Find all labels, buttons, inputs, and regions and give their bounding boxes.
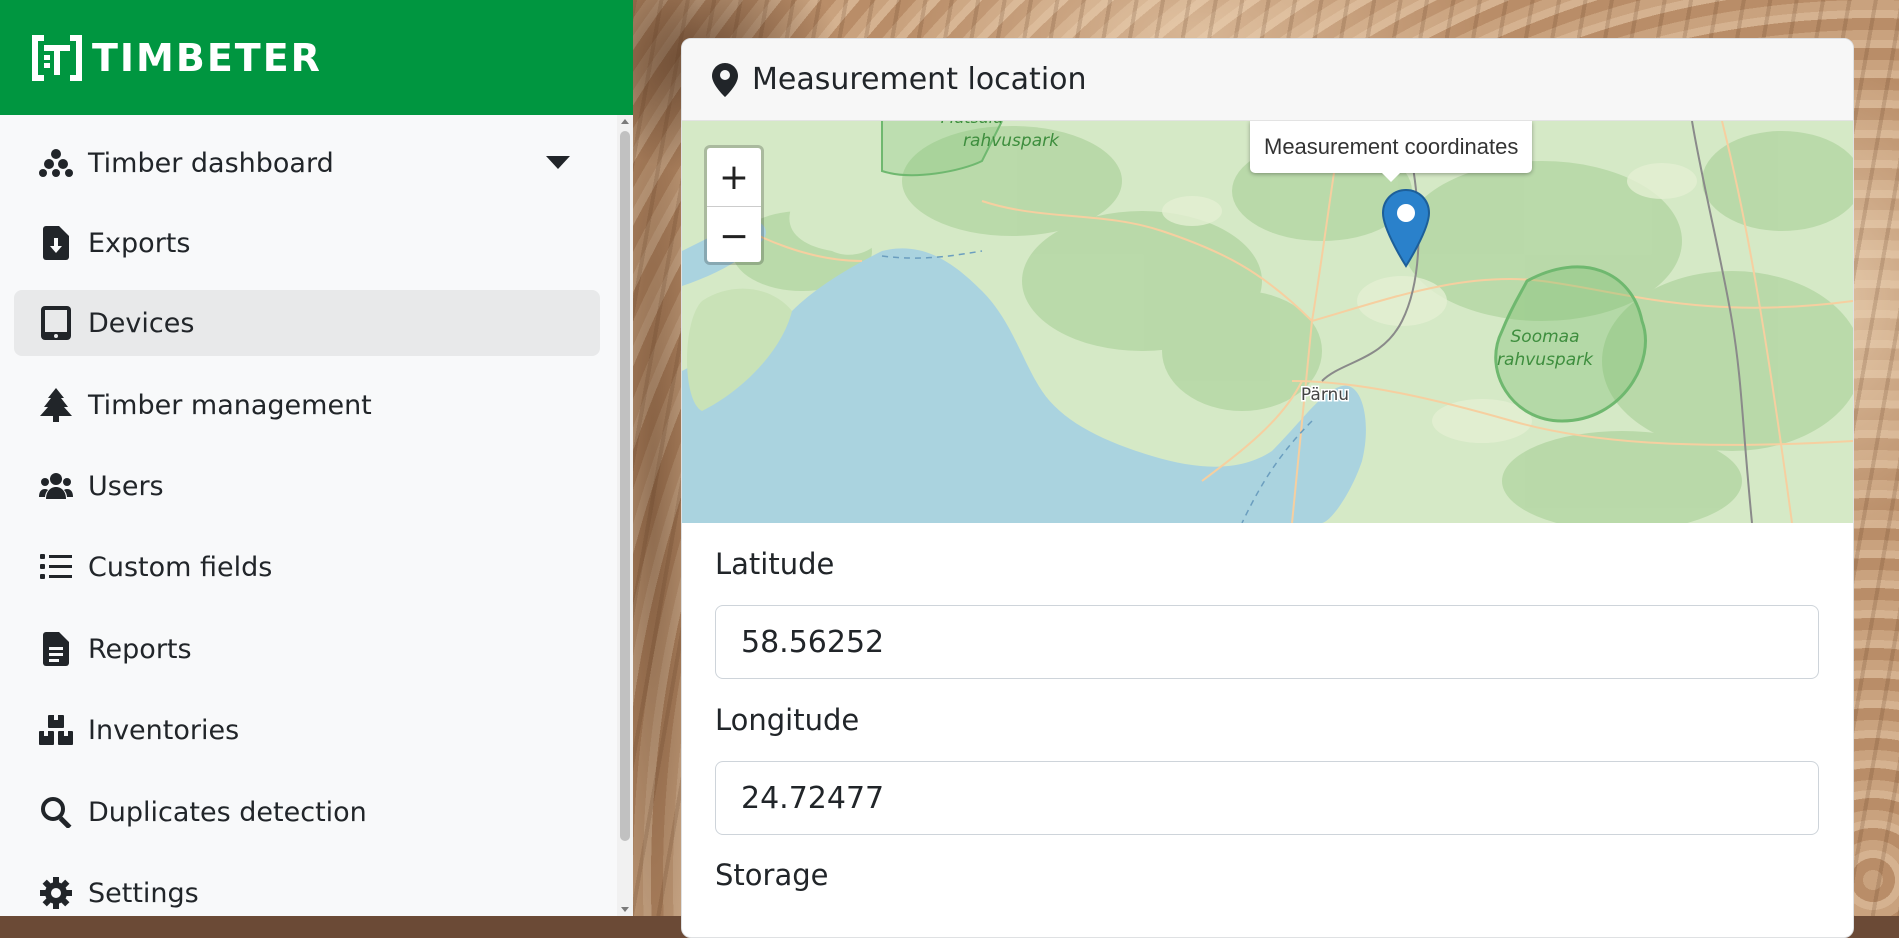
- map-tiles[interactable]: Matsalu rahvuspark Soomaa rahvuspark Pär…: [682, 121, 1853, 523]
- map-label-city: Pärnu: [1301, 385, 1349, 405]
- latitude-label: Latitude: [715, 547, 835, 581]
- card-header: Measurement location: [682, 39, 1853, 121]
- map[interactable]: Matsalu rahvuspark Soomaa rahvuspark Pär…: [682, 121, 1853, 523]
- sidebar-item-exports[interactable]: Exports: [14, 210, 600, 276]
- latitude-input[interactable]: [715, 605, 1819, 679]
- zoom-out-button[interactable]: −: [707, 207, 761, 265]
- measurement-location-card: Measurement location rahvuspark Soomaa r…: [681, 38, 1854, 938]
- sidebar-item-label: Inventories: [88, 714, 240, 746]
- tablet-icon: [36, 305, 76, 341]
- longitude-label: Longitude: [715, 703, 860, 737]
- logo[interactable]: TIMBETER: [30, 33, 322, 83]
- sidebar-item-duplicates-detection[interactable]: Duplicates detection: [14, 779, 600, 845]
- scroll-up-icon[interactable]: [621, 119, 629, 124]
- zoom-in-button[interactable]: +: [707, 148, 761, 207]
- zoom-control: + −: [704, 145, 764, 265]
- sidebar-item-reports[interactable]: Reports: [14, 616, 600, 682]
- file-download-icon: [36, 225, 76, 261]
- marker-tooltip: Measurement coordinates: [1250, 121, 1533, 182]
- sidebar-item-inventories[interactable]: Inventories: [14, 697, 600, 763]
- map-label-park-top: rahvuspark: [963, 131, 1060, 151]
- users-icon: [36, 468, 76, 504]
- sidebar-item-label: Reports: [88, 633, 192, 665]
- sidebar-item-users[interactable]: Users: [14, 453, 600, 519]
- sidebar-item-label: Exports: [88, 227, 191, 259]
- sidebar-scrollbar[interactable]: [617, 115, 633, 916]
- sidebar-item-label: Devices: [88, 307, 195, 339]
- location-marker-icon[interactable]: [1381, 188, 1431, 268]
- storage-label: Storage: [715, 858, 829, 892]
- sidebar-item-label: Settings: [88, 877, 199, 909]
- sidebar-item-label: Timber management: [88, 389, 372, 421]
- tree-icon: [36, 387, 76, 423]
- sidebar-item-label: Timber dashboard: [88, 147, 334, 179]
- chevron-down-icon[interactable]: [546, 156, 570, 169]
- gear-icon: [36, 875, 76, 911]
- sidebar-item-devices[interactable]: Devices: [14, 290, 600, 356]
- sidebar: TIMBETER Timber dashboard Exports Device…: [0, 0, 633, 916]
- timbeter-logo-icon: [32, 34, 82, 81]
- boxes-icon: [36, 712, 76, 748]
- sidebar-item-label: Custom fields: [88, 551, 273, 583]
- sidebar-item-timber-management[interactable]: Timber management: [14, 372, 600, 438]
- scrollbar-thumb[interactable]: [620, 131, 630, 841]
- longitude-input[interactable]: [715, 761, 1819, 835]
- map-marker-icon: [712, 62, 738, 97]
- map-label-soomaa-1: Soomaa: [1511, 327, 1580, 347]
- sidebar-item-label: Users: [88, 470, 164, 502]
- map-label-soomaa-2: rahvuspark: [1497, 350, 1594, 370]
- sidebar-item-settings[interactable]: Settings: [14, 860, 600, 916]
- sidebar-item-label: Duplicates detection: [88, 796, 367, 828]
- search-icon: [36, 794, 76, 830]
- card-title: Measurement location: [752, 62, 1087, 97]
- dashboard-dots-icon: [36, 145, 76, 181]
- map-label-park-top-partial: Matsalu: [941, 121, 1004, 127]
- brand-header: TIMBETER: [0, 0, 633, 115]
- sidebar-item-custom-fields[interactable]: Custom fields: [14, 534, 600, 600]
- scroll-down-icon[interactable]: [621, 907, 629, 912]
- brand-name: TIMBETER: [92, 35, 322, 80]
- list-icon: [36, 549, 76, 585]
- file-text-icon: [36, 631, 76, 667]
- sidebar-item-timber-dashboard[interactable]: Timber dashboard: [14, 130, 600, 196]
